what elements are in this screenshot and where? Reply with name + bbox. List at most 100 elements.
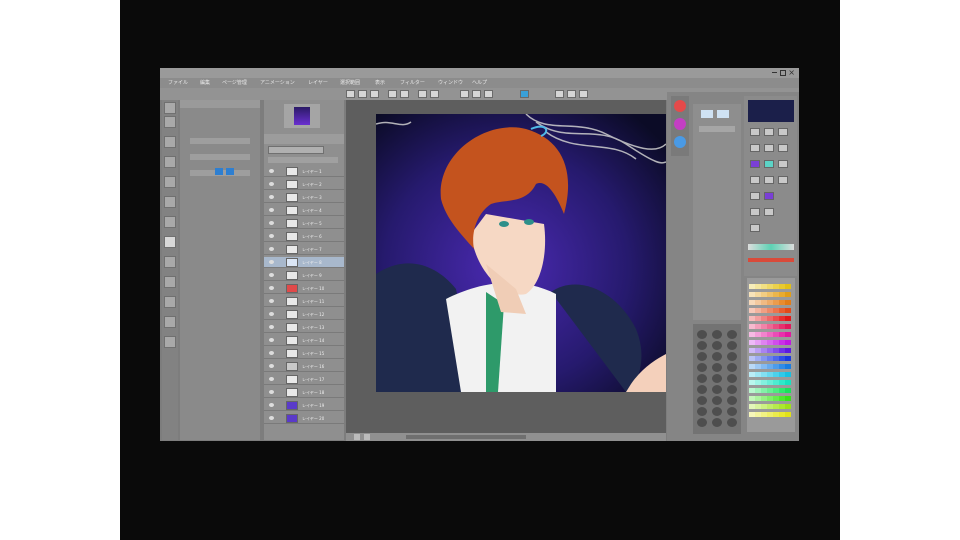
layer-row[interactable]: レイヤー 9 <box>264 270 344 281</box>
brush-preset-icon[interactable] <box>712 330 722 339</box>
grid-button[interactable] <box>484 90 493 98</box>
color-swatch[interactable] <box>785 300 791 305</box>
brush-preset-icon[interactable] <box>727 418 737 427</box>
color-swatch[interactable] <box>785 292 791 297</box>
brush-preset-icon[interactable] <box>712 341 722 350</box>
opacity-slider[interactable] <box>268 157 338 163</box>
canvas-area[interactable] <box>346 100 666 433</box>
minimize-icon[interactable] <box>772 72 777 73</box>
color-swatch[interactable] <box>785 332 791 337</box>
visibility-eye-icon[interactable] <box>269 195 274 199</box>
layer-row[interactable]: レイヤー 15 <box>264 348 344 359</box>
text-tool-icon[interactable] <box>164 316 176 328</box>
fill-tool-icon[interactable] <box>164 296 176 308</box>
pen-tool-icon[interactable] <box>164 196 176 208</box>
menu-item-filter[interactable]: フィルター <box>400 78 425 88</box>
brush-preset-icon[interactable] <box>727 363 737 372</box>
tool-icon-14[interactable] <box>764 192 774 200</box>
layer-row[interactable]: レイヤー 14 <box>264 335 344 346</box>
color-swatch[interactable] <box>785 404 791 409</box>
tool-icon-13[interactable] <box>750 192 760 200</box>
brush-preset-icon[interactable] <box>712 363 722 372</box>
layer-row[interactable]: レイヤー 6 <box>264 231 344 242</box>
navigator-button-2[interactable] <box>717 110 729 118</box>
brush-tool-icon[interactable] <box>164 236 176 248</box>
brush-preset-icon[interactable] <box>712 385 722 394</box>
brush-preset-icon[interactable] <box>712 374 722 383</box>
pencil-tool-icon[interactable] <box>164 216 176 228</box>
sub-tool-option-2[interactable] <box>190 154 250 160</box>
layer-row[interactable]: レイヤー 8 <box>264 257 344 268</box>
brush-preset-icon[interactable] <box>697 385 707 394</box>
main-color-icon[interactable] <box>674 100 686 112</box>
brush-preset-icon[interactable] <box>712 407 722 416</box>
brush-preset-icon[interactable] <box>712 418 722 427</box>
layer-row[interactable]: レイヤー 3 <box>264 192 344 203</box>
snap-button[interactable] <box>460 90 469 98</box>
color-swatch[interactable] <box>785 380 791 385</box>
tool-icon-4[interactable] <box>750 144 760 152</box>
eyedropper-tool-icon[interactable] <box>164 176 176 188</box>
menu-item-page[interactable]: ページ管理 <box>222 78 247 88</box>
swap-color-icon[interactable] <box>674 136 686 148</box>
undo-button[interactable] <box>388 90 397 98</box>
visibility-eye-icon[interactable] <box>269 312 274 316</box>
menu-item-selection[interactable]: 選択範囲 <box>340 78 360 88</box>
color-swatch[interactable] <box>785 356 791 361</box>
visibility-eye-icon[interactable] <box>269 260 274 264</box>
visibility-eye-icon[interactable] <box>269 221 274 225</box>
color-swatch[interactable] <box>785 388 791 393</box>
brush-preset-icon[interactable] <box>697 418 707 427</box>
layer-row[interactable]: レイヤー 13 <box>264 322 344 333</box>
visibility-eye-icon[interactable] <box>269 169 274 173</box>
maximize-icon[interactable] <box>780 70 786 76</box>
brush-preset-icon[interactable] <box>712 396 722 405</box>
layer-row[interactable]: レイヤー 16 <box>264 361 344 372</box>
flip-button[interactable] <box>579 90 588 98</box>
illustration-canvas[interactable] <box>376 114 666 392</box>
tool-icon-7[interactable] <box>750 160 760 168</box>
visibility-eye-icon[interactable] <box>269 234 274 238</box>
brush-preset-icon[interactable] <box>727 352 737 361</box>
redo-button[interactable] <box>400 90 409 98</box>
layer-row[interactable]: レイヤー 10 <box>264 283 344 294</box>
menu-item-window[interactable]: ウィンドウ <box>438 78 463 88</box>
brush-preset-icon[interactable] <box>697 407 707 416</box>
visibility-eye-icon[interactable] <box>269 338 274 342</box>
zoom-button[interactable] <box>555 90 564 98</box>
layer-row[interactable]: レイヤー 12 <box>264 309 344 320</box>
color-swatch[interactable] <box>785 308 791 313</box>
color-swatch[interactable] <box>785 412 791 417</box>
save-button[interactable] <box>370 90 379 98</box>
layer-row[interactable]: レイヤー 4 <box>264 205 344 216</box>
menu-item-file[interactable]: ファイル <box>168 78 188 88</box>
visibility-eye-icon[interactable] <box>269 364 274 368</box>
color-swatch[interactable] <box>785 364 791 369</box>
brush-preset-icon[interactable] <box>727 396 737 405</box>
menu-item-help[interactable]: ヘルプ <box>472 78 487 88</box>
open-button[interactable] <box>358 90 367 98</box>
color-swatch[interactable] <box>785 324 791 329</box>
zoom-in-button[interactable] <box>364 434 370 440</box>
visibility-eye-icon[interactable] <box>269 416 274 420</box>
visibility-eye-icon[interactable] <box>269 377 274 381</box>
layer-row[interactable]: レイヤー 18 <box>264 387 344 398</box>
layer-row[interactable]: レイヤー 19 <box>264 400 344 411</box>
menu-item-edit[interactable]: 編集 <box>200 78 210 88</box>
visibility-eye-icon[interactable] <box>269 286 274 290</box>
tool-icon-15[interactable] <box>750 208 760 216</box>
tool-icon-5[interactable] <box>764 144 774 152</box>
tool-icon-1[interactable] <box>750 128 760 136</box>
tool-icon-10[interactable] <box>750 176 760 184</box>
brush-preset-icon[interactable] <box>727 330 737 339</box>
color-indicator-bar[interactable] <box>748 258 794 262</box>
layer-row[interactable]: レイヤー 20 <box>264 413 344 424</box>
visibility-eye-icon[interactable] <box>269 247 274 251</box>
brush-preset-icon[interactable] <box>712 352 722 361</box>
brush-preset-icon[interactable] <box>697 352 707 361</box>
move-tool-icon[interactable] <box>164 116 176 128</box>
layer-row[interactable]: レイヤー 5 <box>264 218 344 229</box>
tool-icon-11[interactable] <box>764 176 774 184</box>
color-swatch[interactable] <box>785 340 791 345</box>
menu-item-view[interactable]: 表示 <box>375 78 385 88</box>
